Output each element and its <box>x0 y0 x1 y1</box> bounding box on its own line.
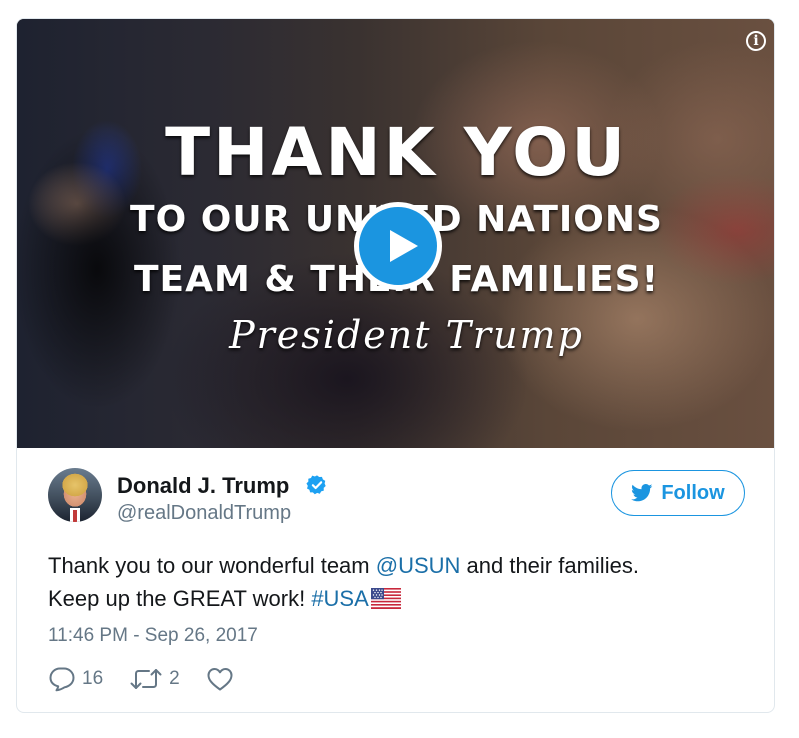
retweet-count: 2 <box>169 668 180 689</box>
retweet-button[interactable]: 2 <box>129 666 180 692</box>
reply-icon <box>49 667 75 692</box>
author-name[interactable]: Donald J. Trump <box>117 473 289 499</box>
reply-count: 16 <box>82 668 104 689</box>
tweet-timestamp[interactable]: 11:46 PM - Sep 26, 2017 <box>48 625 258 647</box>
avatar-tie <box>73 510 77 522</box>
tweet-actions: 16 2 <box>48 664 266 694</box>
tweet-text-part: Thank you to our wonderful team <box>48 553 376 578</box>
verified-badge-icon <box>306 475 326 495</box>
heart-icon <box>207 668 233 691</box>
like-button[interactable] <box>206 666 240 692</box>
hashtag-link[interactable]: #USA <box>311 586 368 611</box>
twitter-bird-icon <box>631 484 653 502</box>
play-icon <box>390 230 418 262</box>
tweet-text: Thank you to our wonderful team @USUN an… <box>48 549 748 615</box>
tweet-card: i THANK YOU TO OUR UNITED NATIONS TEAM &… <box>16 18 775 713</box>
tweet-text-part: Keep up the GREAT work! <box>48 586 312 611</box>
follow-button[interactable]: Follow <box>611 470 745 516</box>
reply-button[interactable]: 16 <box>48 666 103 692</box>
follow-label: Follow <box>661 481 725 504</box>
info-icon[interactable]: i <box>746 31 766 51</box>
video-thumbnail[interactable]: i THANK YOU TO OUR UNITED NATIONS TEAM &… <box>17 19 774 448</box>
overlay-signature: President Trump <box>229 313 584 357</box>
retweet-icon <box>130 669 162 689</box>
overlay-line-1: THANK YOU <box>165 114 628 191</box>
avatar[interactable] <box>48 468 102 522</box>
mention-link[interactable]: @USUN <box>376 553 461 578</box>
author-handle[interactable]: @realDonaldTrump <box>117 502 291 525</box>
tweet-text-part: and their families. <box>460 553 639 578</box>
play-button[interactable] <box>354 202 442 290</box>
flag-us-icon <box>370 588 401 609</box>
